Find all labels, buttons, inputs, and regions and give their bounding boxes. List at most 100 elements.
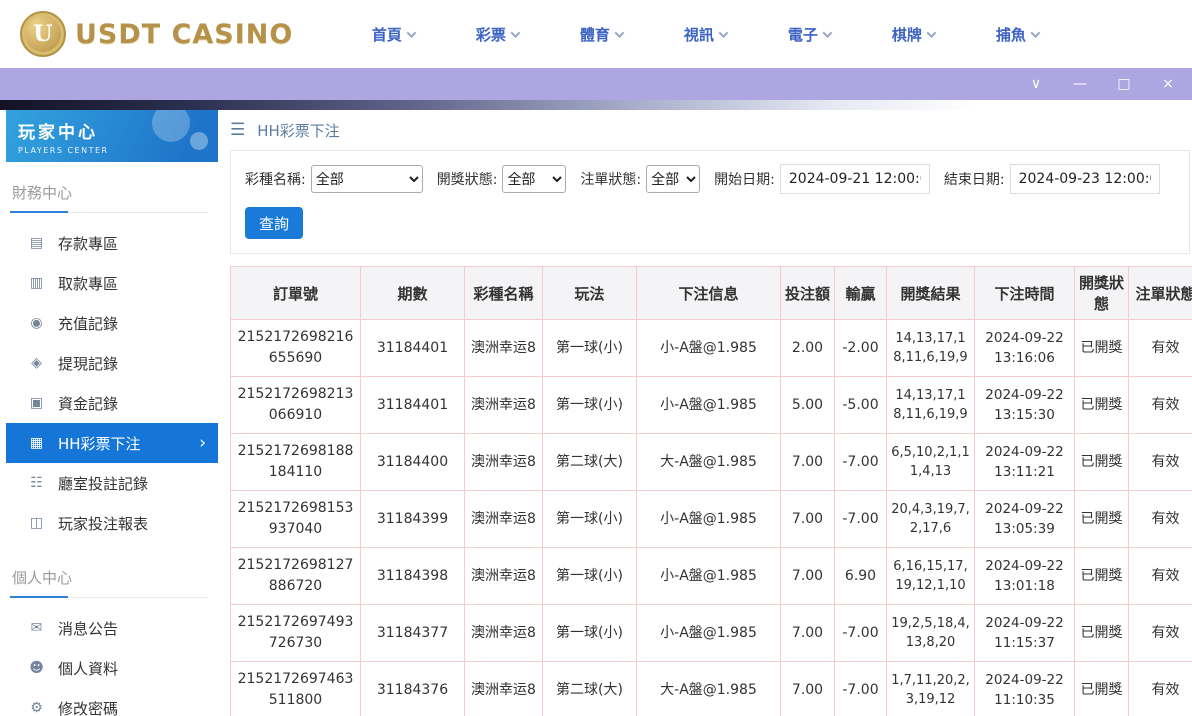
topbar: U USDT CASINO 首頁 彩票 體育 視訊 電子 棋牌 捕魚 bbox=[0, 0, 1192, 68]
lottery-name-select[interactable]: 全部 bbox=[310, 165, 423, 193]
chevron-down-icon bbox=[822, 27, 833, 38]
cell-lottery-name: 澳洲幸运8 bbox=[464, 433, 543, 491]
sidebar-item-label: 廳室投註記錄 bbox=[58, 474, 149, 493]
nav-item-electronic[interactable]: 電子 bbox=[757, 14, 861, 54]
draw-status-select[interactable]: 全部 bbox=[502, 165, 567, 193]
hamburger-menu-icon[interactable]: ☰ bbox=[230, 120, 245, 140]
logo[interactable]: U USDT CASINO bbox=[20, 11, 293, 57]
section-label-finance: 財務中心 bbox=[10, 176, 208, 213]
cell-order-status: 有效 bbox=[1128, 319, 1192, 377]
cell-order-no: 2152172698127886720 bbox=[230, 547, 361, 605]
window-titlebar: ∨ — □ × bbox=[0, 68, 1192, 100]
cell-bet-amount: 5.00 bbox=[780, 376, 835, 434]
table-row: 2152172698153937040 31184399 澳洲幸运8 第一球(小) 小-… bbox=[230, 490, 1192, 548]
column-header-draw-result: 開獎結果 bbox=[886, 266, 975, 320]
nav-item-lottery[interactable]: 彩票 bbox=[445, 14, 549, 54]
cell-bet-info: 小-A盤@1.985 bbox=[636, 490, 781, 548]
players-center-subtitle: PLAYERS CENTER bbox=[18, 146, 109, 155]
table-row: 2152172698213066910 31184401 澳洲幸运8 第一球(小) 小-… bbox=[230, 376, 1192, 434]
cell-lottery-name: 澳洲幸运8 bbox=[464, 547, 543, 605]
filter-row: 彩種名稱: 全部 開獎狀態: 全部 注單狀態: 全部 開始日期: 結束日期: bbox=[245, 164, 1175, 194]
chevron-down-icon bbox=[926, 27, 937, 38]
cell-draw-status: 已開獎 bbox=[1074, 604, 1129, 662]
cell-order-no: 2152172698213066910 bbox=[230, 376, 361, 434]
nav-item-label: 電子 bbox=[787, 25, 818, 44]
cell-order-no: 2152172697463511800 bbox=[230, 661, 361, 716]
sidebar-item-withdraw-record[interactable]: ◈ 提現記錄 bbox=[6, 343, 218, 383]
nav-item-video[interactable]: 視訊 bbox=[653, 14, 757, 54]
cell-win-loss: -7.00 bbox=[834, 661, 887, 716]
table-row: 2152172698216655690 31184401 澳洲幸运8 第一球(小) 小-… bbox=[230, 319, 1192, 377]
nav-item-label: 首頁 bbox=[371, 25, 402, 44]
nav-item-label: 彩票 bbox=[475, 25, 506, 44]
cell-period: 31184377 bbox=[360, 604, 465, 662]
cell-bet-time: 2024-09-22 13:16:06 bbox=[974, 319, 1075, 377]
sidebar-item-announcements[interactable]: ✉ 消息公告 bbox=[6, 608, 218, 648]
sidebar: 玩家中心 PLAYERS CENTER 財務中心 ▤ 存款專區 ▥ 取款專區 ◉ 充值記錄 ◈… bbox=[0, 110, 218, 716]
sidebar-item-funds-record[interactable]: ▣ 資金記錄 bbox=[6, 383, 218, 423]
cell-win-loss: 6.90 bbox=[834, 547, 887, 605]
cell-bet-time: 2024-09-22 13:05:39 bbox=[974, 490, 1075, 548]
sidebar-item-label: 資金記錄 bbox=[58, 394, 119, 413]
end-date-input[interactable] bbox=[1009, 164, 1160, 194]
maximize-button[interactable]: □ bbox=[1116, 77, 1132, 91]
withdraw-record-icon: ◈ bbox=[31, 355, 42, 371]
sidebar-item-hh-lottery-bets[interactable]: ▦ HH彩票下注 › bbox=[6, 423, 218, 463]
sidebar-item-player-bet-report[interactable]: ◫ 玩家投注報表 bbox=[6, 503, 218, 543]
order-status-label: 注單狀態: bbox=[580, 172, 642, 188]
nav-item-home[interactable]: 首頁 bbox=[341, 14, 445, 54]
table-header-row: 訂單號 期數 彩種名稱 玩法 下注信息 投注額 輸贏 開獎結果 下注時間 開獎狀態 注單狀態 bbox=[230, 266, 1192, 320]
cell-order-status: 有效 bbox=[1128, 604, 1192, 662]
column-header-order-status: 注單狀態 bbox=[1128, 266, 1192, 320]
cell-draw-status: 已開獎 bbox=[1074, 433, 1129, 491]
filter-panel: 彩種名稱: 全部 開獎狀態: 全部 注單狀態: 全部 開始日期: 結束日期: 查… bbox=[230, 150, 1190, 254]
cell-lottery-name: 澳洲幸运8 bbox=[464, 376, 543, 434]
bets-table: 訂單號 期數 彩種名稱 玩法 下注信息 投注額 輸贏 開獎結果 下注時間 開獎狀態 注單狀態 215… bbox=[230, 266, 1192, 716]
withdraw-money-icon: ▥ bbox=[29, 275, 44, 291]
sidebar-menu: 財務中心 ▤ 存款專區 ▥ 取款專區 ◉ 充值記錄 ◈ 提現記錄 ▣ 資金記錄 ▦ HH彩票下注 › ☷ 廳室… bbox=[6, 176, 218, 716]
cell-draw-result: 6,5,10,2,1,11,4,13 bbox=[886, 433, 975, 491]
cell-draw-result: 1,7,11,20,2,3,19,12 bbox=[886, 661, 975, 716]
table-row: 2152172698127886720 31184398 澳洲幸运8 第一球(小) 小-… bbox=[230, 547, 1192, 605]
cell-lottery-name: 澳洲幸运8 bbox=[464, 604, 543, 662]
page-title: HH彩票下注 bbox=[257, 121, 340, 140]
cell-play: 第一球(小) bbox=[542, 490, 637, 548]
cell-win-loss: -7.00 bbox=[834, 490, 887, 548]
cell-order-status: 有效 bbox=[1128, 376, 1192, 434]
column-header-period: 期數 bbox=[360, 266, 465, 320]
sidebar-item-profile[interactable]: ☻ 個人資料 bbox=[6, 648, 218, 688]
sidebar-item-label: 玩家投注報表 bbox=[58, 514, 149, 533]
cell-bet-info: 大-A盤@1.985 bbox=[636, 661, 781, 716]
sidebar-item-label: 修改密碼 bbox=[58, 699, 119, 716]
cell-play: 第一球(小) bbox=[542, 376, 637, 434]
sidebar-item-label: 存款專區 bbox=[58, 234, 119, 253]
close-button[interactable]: × bbox=[1160, 77, 1176, 91]
section-label-personal: 個人中心 bbox=[10, 561, 208, 598]
sidebar-item-deposit[interactable]: ▤ 存款專區 bbox=[6, 223, 218, 263]
usdt-casino-logo-icon: U bbox=[20, 11, 66, 57]
chevron-down-icon bbox=[510, 27, 521, 38]
nav-item-chess[interactable]: 棋牌 bbox=[861, 14, 965, 54]
sidebar-item-label: 充值記錄 bbox=[58, 314, 119, 333]
room-bet-records-icon: ☷ bbox=[30, 475, 43, 491]
nav-item-sports[interactable]: 體育 bbox=[549, 14, 653, 54]
sidebar-item-room-bet-records[interactable]: ☷ 廳室投註記錄 bbox=[6, 463, 218, 503]
cell-bet-time: 2024-09-22 13:01:18 bbox=[974, 547, 1075, 605]
table-body: 2152172698216655690 31184401 澳洲幸运8 第一球(小) 小-… bbox=[230, 319, 1192, 716]
sidebar-item-change-password[interactable]: ⚙ 修改密碼 bbox=[6, 688, 218, 716]
start-date-input[interactable] bbox=[779, 164, 930, 194]
order-status-select[interactable]: 全部 bbox=[646, 165, 701, 193]
cell-order-status: 有效 bbox=[1128, 547, 1192, 605]
cell-period: 31184398 bbox=[360, 547, 465, 605]
cell-draw-status: 已開獎 bbox=[1074, 547, 1129, 605]
sidebar-item-recharge-record[interactable]: ◉ 充值記錄 bbox=[6, 303, 218, 343]
sidebar-item-withdraw[interactable]: ▥ 取款專區 bbox=[6, 263, 218, 303]
cell-win-loss: -5.00 bbox=[834, 376, 887, 434]
minimize-button[interactable]: — bbox=[1072, 77, 1088, 91]
search-button[interactable]: 查詢 bbox=[245, 207, 304, 239]
cell-order-no: 2152172698188184110 bbox=[230, 433, 361, 491]
nav-item-fishing[interactable]: 捕魚 bbox=[965, 14, 1069, 54]
cell-draw-status: 已開獎 bbox=[1074, 376, 1129, 434]
collapse-button[interactable]: ∨ bbox=[1028, 77, 1044, 91]
cell-play: 第一球(小) bbox=[542, 547, 637, 605]
